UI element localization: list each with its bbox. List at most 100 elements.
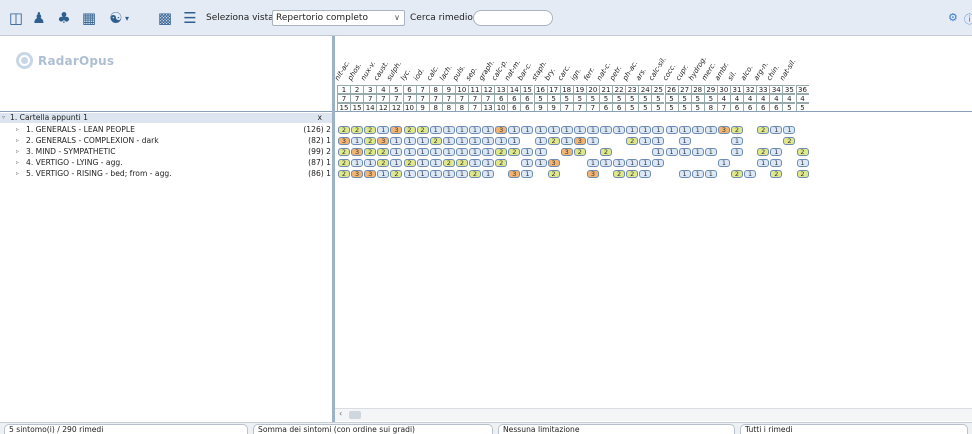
grade-cell[interactable]: 1 (521, 148, 534, 156)
grade-cell[interactable]: 1 (442, 148, 455, 156)
grade-cell[interactable]: 1 (521, 126, 534, 134)
grade-cell[interactable]: 1 (547, 126, 560, 134)
grade-cell[interactable]: 1 (560, 126, 573, 134)
rubric-row[interactable]: ▹ 3. MIND - SYMPATHETIC (99) 2 (0, 147, 332, 157)
grade-cell[interactable]: 1 (390, 159, 403, 167)
grade-cell[interactable]: 1 (482, 137, 495, 145)
grade-cell[interactable]: 1 (613, 126, 626, 134)
rubric-row[interactable]: ▹ 4. VERTIGO - LYING - agg. (87) 1 (0, 158, 332, 168)
book-icon[interactable]: ▦ (80, 9, 98, 27)
grade-cell[interactable]: 1 (455, 170, 468, 178)
close-icon[interactable]: x (318, 113, 323, 123)
grade-cell[interactable]: 2 (770, 170, 783, 178)
grade-cell[interactable]: 2 (338, 170, 350, 178)
grade-cell[interactable]: 1 (731, 137, 743, 145)
grade-cell[interactable]: 2 (495, 148, 508, 156)
expand-icon[interactable]: ▹ (16, 169, 19, 179)
grade-cell[interactable]: 2 (731, 170, 743, 178)
grade-cell[interactable]: 1 (416, 137, 429, 145)
grade-cell[interactable]: 2 (338, 159, 350, 167)
grade-cell[interactable]: 2 (364, 126, 377, 134)
grade-cell[interactable]: 2 (547, 170, 560, 178)
grade-cell[interactable]: 1 (691, 148, 704, 156)
search-input[interactable] (473, 10, 553, 26)
grade-cell[interactable]: 1 (469, 126, 481, 134)
grade-cell[interactable]: 1 (403, 137, 416, 145)
grade-cell[interactable]: 1 (678, 126, 691, 134)
person-icon[interactable]: ♟ (30, 9, 48, 27)
grade-cell[interactable]: 3 (560, 148, 573, 156)
grade-cell[interactable]: 1 (416, 170, 429, 178)
grade-cell[interactable]: 1 (770, 148, 783, 156)
grade-cell[interactable]: 3 (364, 170, 377, 178)
grade-cell[interactable]: 1 (390, 137, 403, 145)
grade-cell[interactable]: 1 (652, 137, 665, 145)
grade-cell[interactable]: 2 (469, 170, 481, 178)
scroll-left-icon[interactable]: ‹ (339, 409, 342, 418)
grade-cell[interactable]: 1 (469, 137, 481, 145)
grade-cell[interactable]: 1 (639, 137, 652, 145)
grade-cell[interactable]: 1 (508, 137, 521, 145)
grade-cell[interactable]: 1 (534, 126, 547, 134)
grade-cell[interactable]: 2 (508, 148, 521, 156)
expand-icon[interactable]: ▹ (16, 136, 19, 146)
grade-cell[interactable]: 2 (338, 126, 350, 134)
grade-cell[interactable]: 3 (351, 170, 364, 178)
rubric-row[interactable]: ▹ 1. GENERALS - LEAN PEOPLE (126) 2 (0, 125, 332, 135)
grade-cell[interactable]: 1 (534, 159, 547, 167)
grade-cell[interactable]: 2 (626, 170, 639, 178)
grade-cell[interactable]: 2 (416, 126, 429, 134)
grade-cell[interactable]: 1 (377, 170, 390, 178)
grade-cell[interactable]: 1 (744, 170, 757, 178)
grade-cell[interactable]: 2 (573, 148, 586, 156)
rubric-row[interactable]: ▹ 5. VERTIGO - RISING - bed; from - agg.… (0, 169, 332, 179)
grade-cell[interactable]: 1 (377, 126, 390, 134)
grade-cell[interactable]: 1 (508, 126, 521, 134)
grade-cell[interactable]: 2 (600, 148, 612, 156)
grade-cell[interactable]: 1 (731, 148, 743, 156)
compare-icon[interactable]: ▩ (156, 9, 174, 27)
settings-icon[interactable]: ⚙ (948, 11, 958, 24)
grade-cell[interactable]: 1 (534, 148, 547, 156)
grade-cell[interactable]: 1 (717, 159, 730, 167)
grade-cell[interactable]: 2 (377, 148, 390, 156)
grade-cell[interactable]: 1 (416, 148, 429, 156)
grade-cell[interactable]: 2 (351, 126, 364, 134)
grade-cell[interactable]: 1 (482, 170, 495, 178)
grade-cell[interactable]: 3 (717, 126, 730, 134)
grade-cell[interactable]: 1 (770, 159, 783, 167)
grade-cell[interactable]: 3 (508, 170, 521, 178)
grade-cell[interactable]: 1 (390, 148, 403, 156)
grade-cell[interactable]: 2 (783, 137, 796, 145)
grade-cell[interactable]: 2 (796, 148, 809, 156)
grade-cell[interactable]: 1 (600, 126, 612, 134)
grade-cell[interactable]: 2 (390, 170, 403, 178)
grade-cell[interactable]: 1 (469, 148, 481, 156)
grade-cell[interactable]: 2 (377, 159, 390, 167)
grade-cell[interactable]: 3 (586, 170, 599, 178)
expand-icon[interactable]: ▹ (16, 125, 19, 135)
grade-cell[interactable]: 2 (613, 170, 626, 178)
rubric-row[interactable]: ▹ 2. GENERALS - COMPLEXION - dark (82) 1 (0, 136, 332, 146)
scrollbar-thumb[interactable] (349, 411, 361, 419)
grade-cell[interactable]: 3 (351, 148, 364, 156)
grade-cell[interactable]: 2 (626, 137, 639, 145)
grade-cell[interactable]: 1 (442, 137, 455, 145)
grade-cell[interactable]: 2 (338, 148, 350, 156)
grade-cell[interactable]: 1 (351, 159, 364, 167)
horizontal-scrollbar[interactable]: ‹ (335, 408, 972, 421)
clipboard-header[interactable]: ▿ 1. Cartella appunti 1 x (0, 113, 332, 123)
grade-cell[interactable]: 1 (665, 126, 678, 134)
info-icon[interactable]: ⓘ (964, 11, 972, 27)
grade-cell[interactable]: 2 (364, 148, 377, 156)
dropdown-arrow-icon[interactable]: ▾ (122, 9, 132, 27)
grade-cell[interactable]: 1 (482, 148, 495, 156)
grade-cell[interactable]: 1 (704, 148, 717, 156)
grade-cell[interactable]: 2 (429, 137, 442, 145)
grade-cell[interactable]: 1 (455, 148, 468, 156)
grade-cell[interactable]: 1 (469, 159, 481, 167)
grade-cell[interactable]: 1 (586, 159, 599, 167)
grade-cell[interactable]: 2 (731, 126, 743, 134)
grade-cell[interactable]: 1 (573, 126, 586, 134)
grade-cell[interactable]: 3 (377, 137, 390, 145)
